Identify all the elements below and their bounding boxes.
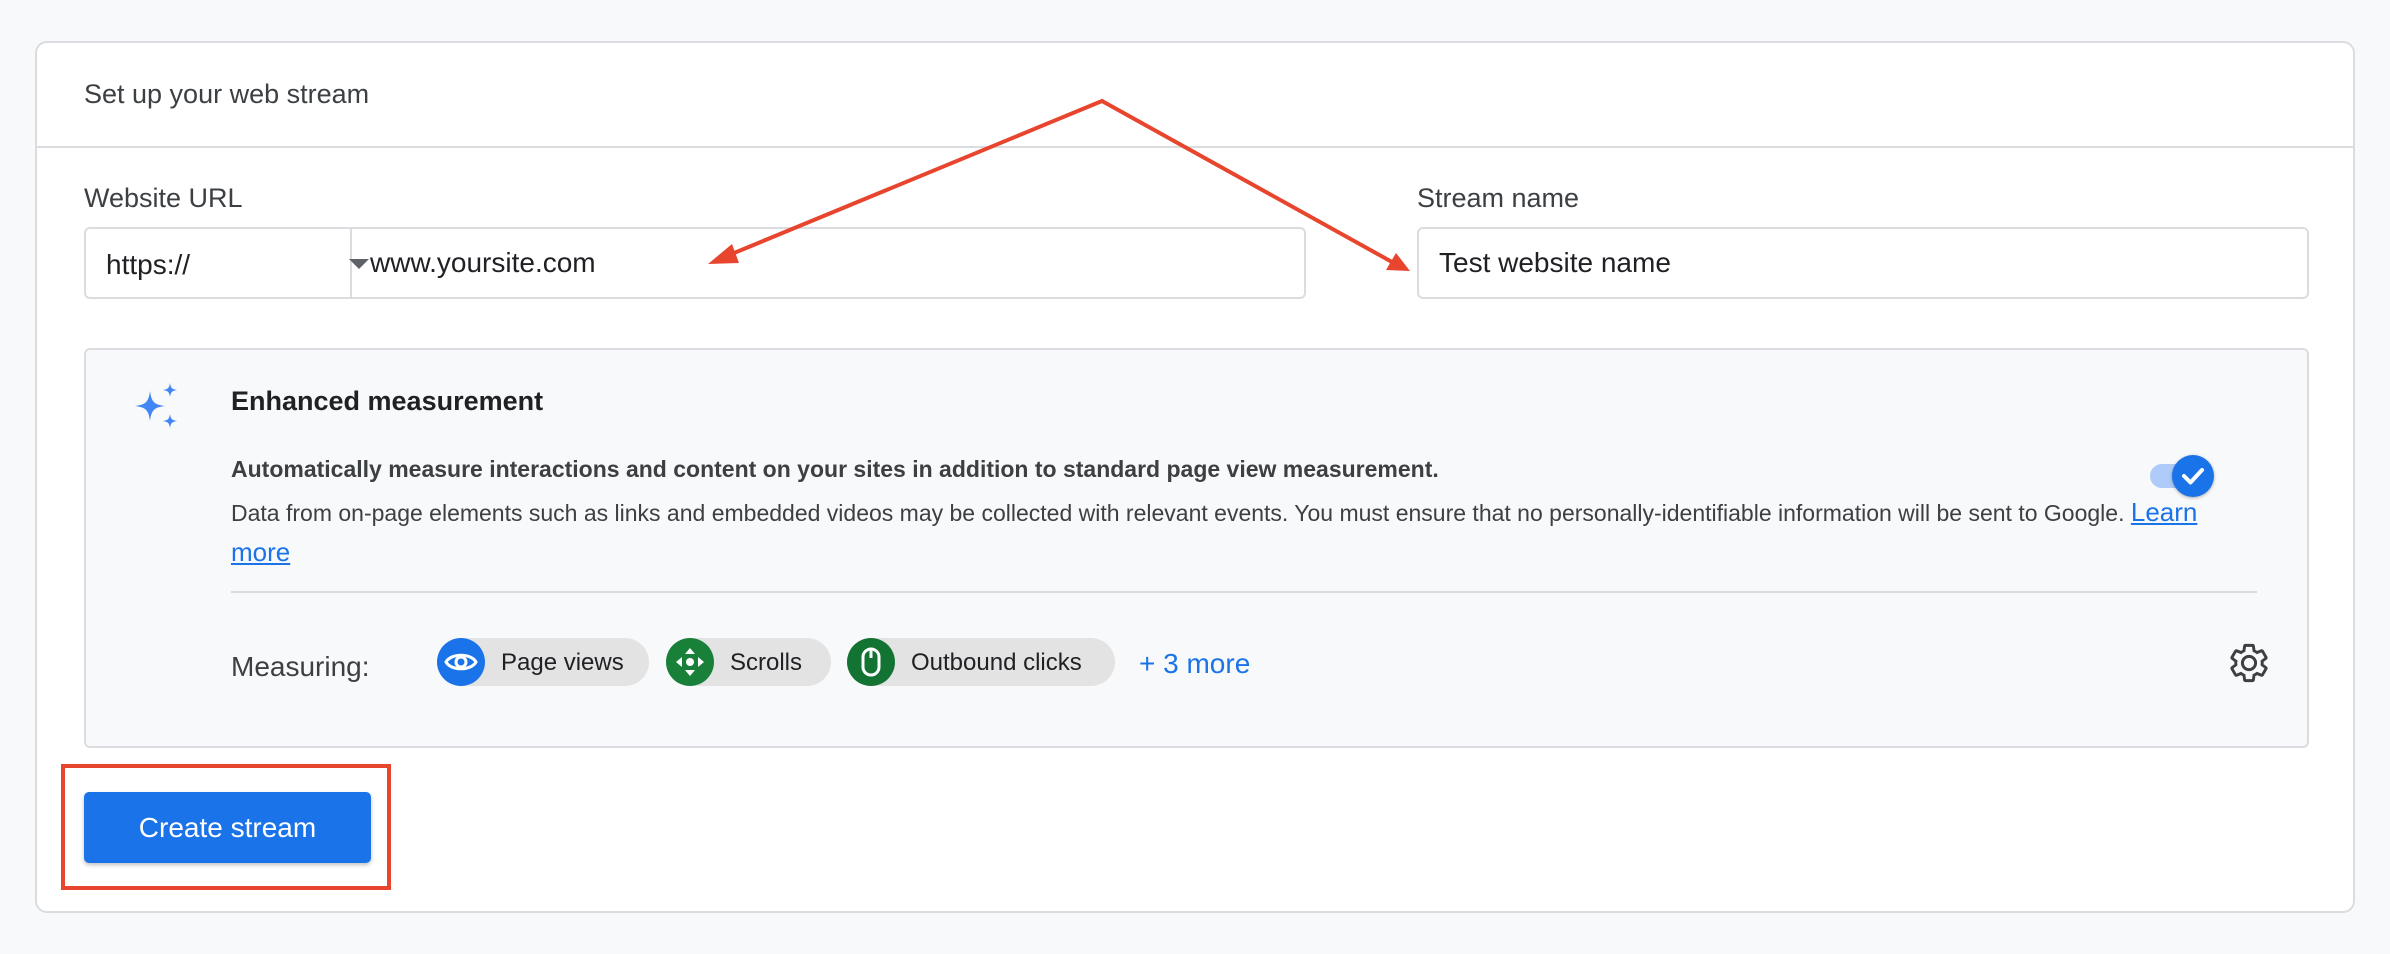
description-text: Data from on-page elements such as links… — [231, 500, 2131, 526]
protocol-value: https:// — [106, 249, 191, 280]
chevron-down-icon — [349, 259, 369, 269]
scroll-arrows-icon — [666, 638, 714, 686]
website-url-label: Website URL — [84, 183, 243, 213]
divider — [231, 591, 2257, 593]
stream-name-field — [1417, 227, 2309, 299]
chip-label: Scrolls — [730, 649, 803, 676]
stream-name-label: Stream name — [1417, 183, 1580, 213]
chip-page-views: Page views — [437, 638, 649, 686]
eye-icon — [437, 638, 485, 686]
chip-outbound-clicks: Outbound clicks — [847, 638, 1115, 686]
website-url-input[interactable] — [352, 229, 1304, 297]
sparkle-icon — [135, 383, 177, 428]
protocol-select[interactable]: https:// — [86, 229, 369, 297]
more-measurements-link[interactable]: + 3 more — [1139, 648, 1250, 680]
create-stream-button[interactable]: Create stream — [84, 792, 371, 863]
website-url-field: https:// — [84, 227, 1306, 299]
enhanced-measurement-description: Data from on-page elements such as links… — [231, 493, 2221, 573]
measuring-label: Measuring: — [231, 651, 370, 682]
chip-label: Outbound clicks — [911, 649, 1082, 676]
mouse-icon — [847, 638, 895, 686]
card-header: Set up your web stream — [37, 43, 2353, 148]
enhanced-measurement-summary: Automatically measure interactions and c… — [231, 456, 1439, 482]
enhanced-measurement-title: Enhanced measurement — [231, 386, 544, 416]
chip-scrolls: Scrolls — [666, 638, 831, 686]
enhanced-measurement-panel: Enhanced measurement Automatically measu… — [84, 348, 2309, 748]
enhanced-measurement-toggle[interactable] — [2146, 455, 2216, 497]
chip-label: Page views — [501, 649, 624, 676]
checkmark-icon — [2182, 468, 2204, 485]
gear-icon[interactable] — [2227, 641, 2271, 685]
card-title: Set up your web stream — [84, 79, 370, 109]
stream-name-input[interactable] — [1419, 229, 2307, 297]
toggle-knob — [2172, 455, 2214, 497]
